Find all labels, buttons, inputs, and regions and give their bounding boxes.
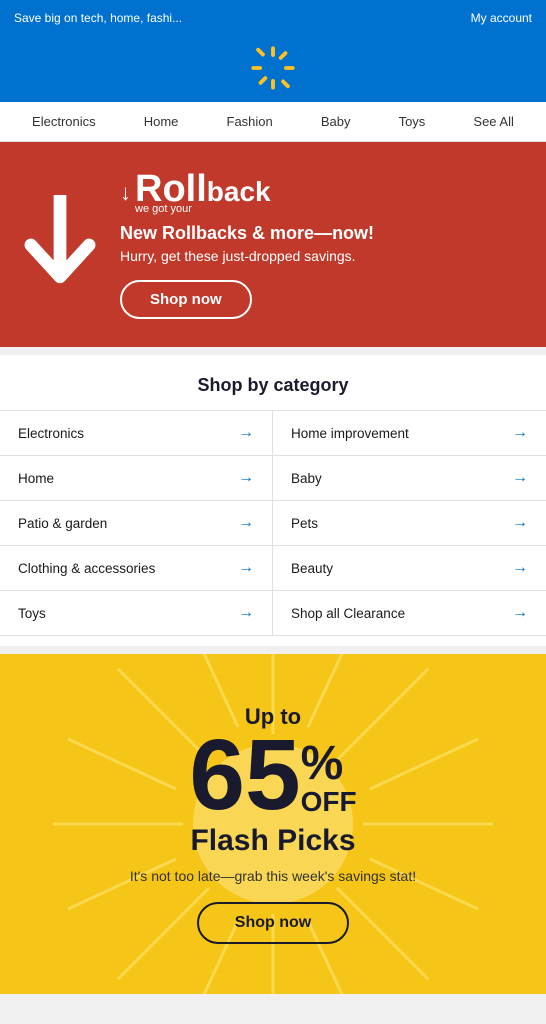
- arrow-right-icon-pets: →: [512, 514, 528, 532]
- nav-baby[interactable]: Baby: [317, 112, 355, 131]
- rollback-title: ↓ Roll back we got your: [120, 170, 526, 215]
- category-label-patio-garden: Patio & garden: [18, 516, 107, 531]
- flash-content: Up to 65 % OFF Flash Picks It's not too …: [130, 704, 416, 944]
- account-link[interactable]: My account: [471, 11, 532, 25]
- nav-toys[interactable]: Toys: [395, 112, 430, 131]
- hero-subtext: Hurry, get these just-dropped savings.: [120, 248, 526, 264]
- category-baby[interactable]: Baby →: [273, 456, 546, 501]
- category-section: Shop by category Electronics → Home impr…: [0, 355, 546, 646]
- category-clothing-accessories[interactable]: Clothing & accessories →: [0, 546, 273, 591]
- category-label-electronics: Electronics: [18, 426, 84, 441]
- hero-headline: New Rollbacks & more—now!: [120, 223, 526, 244]
- nav-electronics[interactable]: Electronics: [28, 112, 100, 131]
- category-title: Shop by category: [0, 375, 546, 396]
- arrow-right-icon-home: →: [238, 469, 254, 487]
- flash-subtext: It's not too late—grab this week's savin…: [130, 868, 416, 884]
- arrow-right-icon-electronics: →: [238, 424, 254, 442]
- flash-banner: Up to 65 % OFF Flash Picks It's not too …: [0, 654, 546, 994]
- category-label-toys: Toys: [18, 606, 46, 621]
- nav-bar: Electronics Home Fashion Baby Toys See A…: [0, 102, 546, 142]
- arrow-right-icon-patio: →: [238, 514, 254, 532]
- flash-number: 65: [189, 730, 300, 820]
- category-toys[interactable]: Toys →: [0, 591, 273, 636]
- flash-percent-display: 65 % OFF: [130, 730, 416, 820]
- category-patio-garden[interactable]: Patio & garden →: [0, 501, 273, 546]
- nav-home[interactable]: Home: [140, 112, 183, 131]
- category-label-baby: Baby: [291, 471, 322, 486]
- nav-see-all[interactable]: See All: [469, 112, 517, 131]
- flash-pct-sign: %: [301, 740, 344, 788]
- hero-banner: ↓ Roll back we got your New Rollbacks & …: [0, 142, 546, 347]
- arrow-right-icon-beauty: →: [512, 559, 528, 577]
- hero-shop-now-button[interactable]: Shop now: [120, 280, 252, 319]
- nav-fashion[interactable]: Fashion: [223, 112, 277, 131]
- category-label-clothing: Clothing & accessories: [18, 561, 155, 576]
- flash-shop-now-button[interactable]: Shop now: [197, 902, 349, 944]
- hero-content: ↓ Roll back we got your New Rollbacks & …: [120, 170, 526, 319]
- category-pets[interactable]: Pets →: [273, 501, 546, 546]
- promo-text: Save big on tech, home, fashi...: [14, 11, 182, 25]
- top-bar: Save big on tech, home, fashi... My acco…: [0, 0, 546, 36]
- category-label-beauty: Beauty: [291, 561, 333, 576]
- flash-off-text: OFF: [301, 788, 357, 816]
- category-home-improvement[interactable]: Home improvement →: [273, 411, 546, 456]
- flash-picks-label: Flash Picks: [130, 824, 416, 858]
- logo-bar: [0, 36, 546, 102]
- category-label-home-improvement: Home improvement: [291, 426, 409, 441]
- back-text: back: [207, 176, 271, 208]
- arrow-right-icon-clothing: →: [238, 559, 254, 577]
- arrow-right-icon-baby: →: [512, 469, 528, 487]
- rollback-down-icon: ↓: [120, 180, 131, 206]
- arrow-right-icon-toys: →: [238, 604, 254, 622]
- category-beauty[interactable]: Beauty →: [273, 546, 546, 591]
- walmart-logo[interactable]: [249, 44, 297, 92]
- category-electronics[interactable]: Electronics →: [0, 411, 273, 456]
- category-label-pets: Pets: [291, 516, 318, 531]
- arrow-right-icon-home-improvement: →: [512, 424, 528, 442]
- rollback-text: Roll back we got your: [135, 170, 271, 215]
- arrow-right-icon-clearance: →: [512, 604, 528, 622]
- category-clearance[interactable]: Shop all Clearance →: [273, 591, 546, 636]
- category-label-clearance: Shop all Clearance: [291, 606, 405, 621]
- category-label-home: Home: [18, 471, 54, 486]
- category-grid: Electronics → Home improvement → Home → …: [0, 410, 546, 636]
- flash-pct-off: % OFF: [301, 740, 357, 816]
- category-home[interactable]: Home →: [0, 456, 273, 501]
- hero-down-arrow: [20, 195, 100, 295]
